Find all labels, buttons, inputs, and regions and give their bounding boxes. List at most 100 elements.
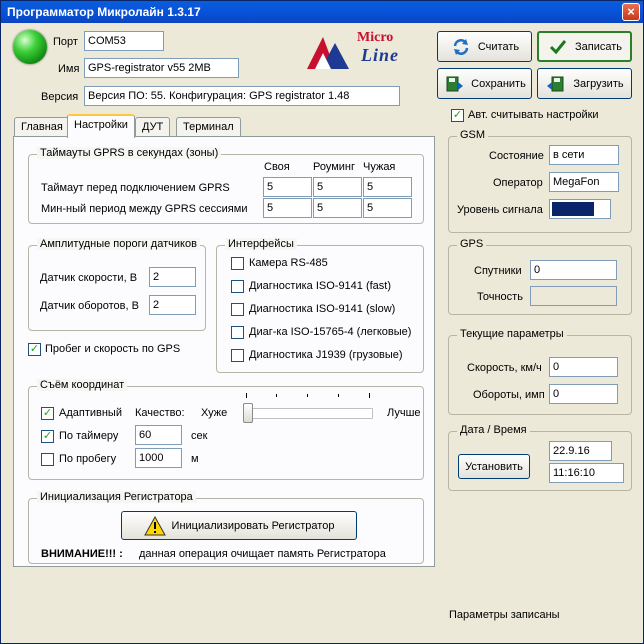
iface-iso9141-fast-checkbox[interactable] [231, 280, 244, 293]
gprs-col-own: Своя [264, 161, 290, 173]
by-distance-label: По пробегу [59, 453, 117, 465]
version-label: Версия [41, 91, 79, 103]
gsm-signal-fill [552, 202, 594, 216]
load-button[interactable]: Загрузить [537, 68, 632, 99]
speed-sensor-label: Датчик скорости, В [40, 272, 138, 284]
auto-read-checkbox[interactable]: ✓ [451, 109, 464, 122]
iface-j1939-checkbox[interactable] [231, 349, 244, 362]
adaptive-checkbox[interactable]: ✓ [41, 407, 54, 420]
tab-terminal[interactable]: Терминал [176, 117, 241, 137]
init-registrator-group: Инициализация Регистратора Инициализиров… [28, 491, 424, 564]
accuracy-field [530, 286, 617, 306]
gsm-group-title: GSM [457, 129, 489, 141]
init-button-label: Инициализировать Регистратор [171, 519, 335, 532]
quality-worse-label: Хуже [201, 407, 228, 419]
quality-label: Качество: [135, 407, 185, 419]
gps-group: GPS Спутники 0 Точность [448, 238, 632, 315]
coordinates-group-title: Съём координат [37, 379, 128, 391]
auto-read-label: Авт. считывать настройки [468, 109, 599, 121]
load-button-label: Загрузить [573, 77, 624, 90]
adaptive-label: Адаптивный [59, 407, 122, 419]
logo-text-top: Micro [357, 30, 394, 45]
gprs-session-roaming-field[interactable]: 5 [313, 198, 362, 218]
gprs-connect-foreign-field[interactable]: 5 [363, 177, 412, 197]
init-group-title: Инициализация Регистратора [37, 491, 196, 503]
write-button[interactable]: Записать [537, 31, 632, 62]
thresholds-group-title: Амплитудные пороги датчиков [37, 238, 200, 250]
logo-text-bottom: Line [361, 45, 399, 65]
gprs-group-title: Таймауты GPRS в секундах (зоны) [37, 147, 222, 159]
tab-main[interactable]: Главная [14, 117, 70, 137]
checkmark-icon [547, 36, 569, 58]
status-text: Параметры записаны [449, 609, 560, 621]
current-rpm-field: 0 [549, 384, 618, 404]
warning-bold-text: ВНИМАНИЕ!!! : [41, 548, 123, 560]
by-timer-label: По таймеру [59, 430, 119, 442]
timer-value-field[interactable]: 60 [135, 425, 182, 445]
read-button-label: Считать [477, 40, 520, 53]
by-distance-checkbox[interactable] [41, 453, 54, 466]
current-speed-field: 0 [549, 357, 618, 377]
tab-settings[interactable]: Настройки [67, 114, 135, 138]
settings-tab-panel: Таймауты GPRS в секундах (зоны) Своя Роу… [13, 136, 435, 567]
sensor-thresholds-group: Амплитудные пороги датчиков Датчик скоро… [28, 238, 206, 331]
set-datetime-button[interactable]: Установить [458, 454, 530, 479]
datetime-group: Дата / Время Установить 22.9.16 11:16:10 [448, 424, 632, 491]
rpm-sensor-label: Датчик оборотов, В [40, 300, 139, 312]
gprs-session-foreign-field[interactable]: 5 [363, 198, 412, 218]
logo-mark-icon [307, 37, 349, 69]
by-timer-checkbox[interactable]: ✓ [41, 430, 54, 443]
iface-iso9141-slow-checkbox[interactable] [231, 303, 244, 316]
coordinates-group: Съём координат ✓ Адаптивный Качество: Ху… [28, 379, 424, 480]
save-button[interactable]: Сохранить [437, 68, 532, 99]
iface-camera-label: Камера RS-485 [249, 257, 328, 269]
write-button-label: Записать [574, 40, 622, 53]
iface-iso15765-checkbox[interactable] [231, 326, 244, 339]
iface-camera-checkbox[interactable] [231, 257, 244, 270]
init-registrator-button[interactable]: Инициализировать Регистратор [121, 511, 357, 540]
warning-triangle-icon [143, 515, 166, 537]
gsm-signal-label: Уровень сигнала [457, 204, 543, 216]
gprs-connect-timeout-label: Таймаут перед подключением GPRS [41, 182, 230, 194]
time-field[interactable]: 11:16:10 [549, 463, 624, 483]
interfaces-group: Интерфейсы Камера RS-485 Диагностика ISO… [216, 238, 424, 373]
gprs-col-roaming: Роуминг [313, 161, 356, 173]
close-icon[interactable]: × [622, 3, 640, 21]
save-file-icon [443, 73, 465, 95]
gprs-session-own-field[interactable]: 5 [263, 198, 312, 218]
iface-iso9141-fast-label: Диагностика ISO-9141 (fast) [249, 280, 392, 292]
read-button[interactable]: Считать [437, 31, 532, 62]
iface-iso9141-slow-label: Диагностика ISO-9141 (slow) [249, 303, 396, 315]
refresh-icon [450, 36, 472, 58]
port-label: Порт [53, 36, 78, 48]
quality-better-label: Лучше [387, 407, 421, 419]
quality-slider-thumb[interactable] [243, 403, 253, 423]
port-field[interactable]: COM53 [84, 31, 164, 51]
quality-slider[interactable] [245, 408, 373, 419]
gprs-col-foreign: Чужая [363, 161, 396, 173]
speed-sensor-field[interactable]: 2 [149, 267, 196, 287]
gsm-operator-field: MegaFon [549, 172, 619, 192]
name-field[interactable]: GPS-registrator v55 2MB [84, 58, 239, 78]
microline-logo: Micro Line [305, 30, 435, 71]
quality-slider-ticks [245, 393, 371, 399]
gprs-connect-roaming-field[interactable]: 5 [313, 177, 362, 197]
app-window: Программатор Микролайн 1.3.17 × Порт COM… [0, 0, 644, 644]
gsm-group: GSM Состояние в сети Оператор MegaFon Ур… [448, 129, 632, 233]
gsm-operator-label: Оператор [493, 177, 543, 189]
tab-dut[interactable]: ДУТ [135, 117, 171, 137]
window-title: Программатор Микролайн 1.3.17 [7, 5, 201, 19]
current-speed-label: Скорость, км/ч [467, 362, 542, 374]
rpm-sensor-field[interactable]: 2 [149, 295, 196, 315]
title-bar[interactable]: Программатор Микролайн 1.3.17 × [1, 1, 643, 23]
gsm-state-label: Состояние [489, 150, 544, 162]
gprs-connect-own-field[interactable]: 5 [263, 177, 312, 197]
accuracy-label: Точность [477, 291, 523, 303]
gps-mileage-label: Пробег и скорость по GPS [45, 343, 181, 355]
gps-group-title: GPS [457, 238, 487, 250]
gps-mileage-checkbox[interactable]: ✓ [28, 343, 41, 356]
distance-value-field[interactable]: 1000 [135, 448, 182, 468]
satellites-label: Спутники [474, 265, 522, 277]
iface-iso15765-label: Диаг-ка ISO-15765-4 (легковые) [249, 326, 412, 338]
date-field[interactable]: 22.9.16 [549, 441, 612, 461]
